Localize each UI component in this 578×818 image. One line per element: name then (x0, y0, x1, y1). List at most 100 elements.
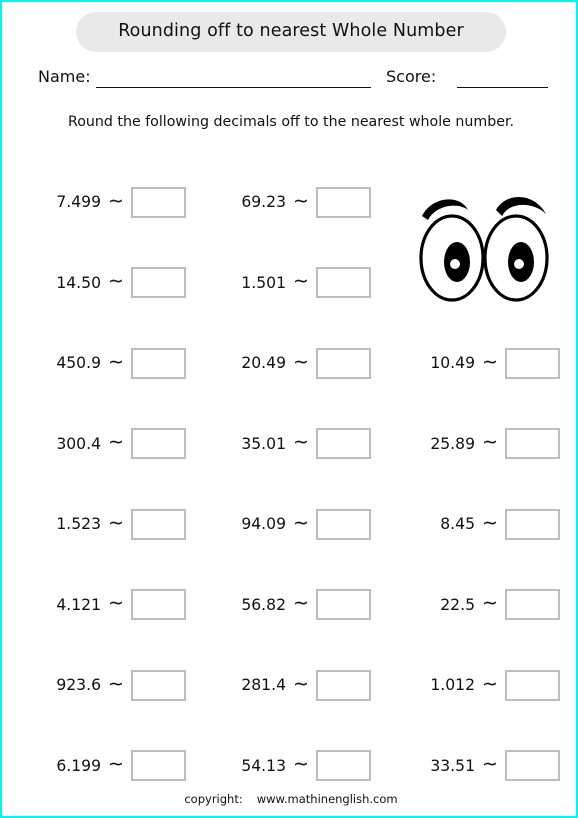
problem-number: 1.523 (56, 515, 101, 533)
problem-cell: 54.13 ∼ (209, 738, 371, 794)
problem-number: 1.501 (241, 273, 286, 292)
answer-box[interactable] (131, 186, 186, 218)
problem-number: 8.45 (440, 515, 475, 533)
approx-symbol: ∼ (108, 350, 124, 373)
problem-cell: 923.6 ∼ (16, 657, 186, 713)
answer-box[interactable] (505, 750, 560, 781)
problem-number: 6.199 (56, 756, 101, 775)
answer-box[interactable] (131, 428, 186, 459)
answer-box[interactable] (316, 186, 371, 218)
approx-symbol: ∼ (293, 189, 309, 212)
answer-box[interactable] (316, 267, 371, 298)
problem-cell: 56.82 ∼ (209, 577, 371, 633)
approx-symbol: ∼ (482, 753, 498, 775)
answer-box[interactable] (505, 669, 560, 701)
problem-number: 14.50 (56, 273, 101, 292)
answer-box[interactable] (316, 347, 371, 379)
problem-number: 54.13 (241, 756, 286, 775)
website-text: www.mathinenglish.com (256, 792, 398, 806)
problem-number: 923.6 (56, 676, 101, 694)
footer: copyright: www.mathinenglish.com (2, 792, 576, 806)
answer-box[interactable] (316, 428, 371, 459)
approx-symbol: ∼ (293, 592, 309, 614)
problem-number: 35.01 (241, 434, 286, 453)
answer-box[interactable] (505, 428, 560, 459)
problem-number: 22.5 (440, 595, 475, 614)
problem-cell: 69.23 ∼ (209, 174, 371, 230)
problem-cell: 300.4 ∼ (16, 416, 186, 472)
problem-cell: 33.51 ∼ (398, 738, 560, 794)
answer-box[interactable] (131, 669, 186, 701)
copyright-label: copyright: (184, 792, 243, 806)
problem-number: 25.89 (430, 434, 475, 453)
approx-symbol: ∼ (482, 672, 498, 695)
problem-grid: 7.499 ∼ 69.23 ∼ 14.50 ∼ 1.501 ∼ 450.9 ∼ 20.49 ∼ 10.4… (2, 174, 576, 816)
problem-cell: 1.501 ∼ (209, 255, 371, 311)
problem-cell: 1.523 ∼ (16, 496, 186, 552)
problem-number: 450.9 (56, 354, 101, 372)
problem-number: 10.49 (430, 354, 475, 372)
problem-number: 56.82 (241, 595, 286, 614)
answer-box[interactable] (131, 589, 186, 620)
approx-symbol: ∼ (108, 672, 124, 695)
problem-cell: 35.01 ∼ (209, 416, 371, 472)
instruction-text: Round the following decimals off to the … (68, 114, 514, 130)
approx-symbol: ∼ (293, 511, 309, 534)
approx-symbol: ∼ (108, 753, 124, 775)
answer-box[interactable] (316, 589, 371, 620)
approx-symbol: ∼ (108, 511, 124, 534)
page-title: Rounding off to nearest Whole Number (76, 12, 506, 52)
problem-cell: 281.4 ∼ (209, 657, 371, 713)
answer-box[interactable] (505, 508, 560, 540)
name-input-line[interactable] (96, 87, 371, 88)
approx-symbol: ∼ (293, 672, 309, 695)
problem-cell: 7.499 ∼ (16, 174, 186, 230)
answer-box[interactable] (131, 347, 186, 379)
approx-symbol: ∼ (108, 431, 124, 453)
worksheet-page: Rounding off to nearest Whole Number Nam… (0, 0, 578, 818)
problem-row: 923.6 ∼ 281.4 ∼ 1.012 ∼ (2, 657, 576, 738)
name-score-row: Name: Score: (38, 67, 548, 95)
problem-cell: 22.5 ∼ (398, 577, 560, 633)
problem-cell-empty (398, 174, 560, 230)
approx-symbol: ∼ (482, 592, 498, 614)
problem-cell: 6.199 ∼ (16, 738, 186, 794)
problem-number: 7.499 (56, 193, 101, 211)
approx-symbol: ∼ (482, 511, 498, 534)
problem-row: 7.499 ∼ 69.23 ∼ (2, 174, 576, 255)
problem-number: 300.4 (56, 434, 101, 453)
approx-symbol: ∼ (108, 270, 124, 292)
problem-number: 69.23 (241, 193, 286, 211)
problem-cell: 25.89 ∼ (398, 416, 560, 472)
problem-cell: 450.9 ∼ (16, 335, 186, 391)
problem-row: 14.50 ∼ 1.501 ∼ (2, 255, 576, 336)
answer-box[interactable] (316, 750, 371, 781)
approx-symbol: ∼ (293, 431, 309, 453)
answer-box[interactable] (131, 750, 186, 781)
answer-box[interactable] (316, 669, 371, 701)
problem-cell: 1.012 ∼ (398, 657, 560, 713)
approx-symbol: ∼ (293, 350, 309, 373)
problem-number: 281.4 (241, 676, 286, 694)
problem-cell: 10.49 ∼ (398, 335, 560, 391)
problem-number: 4.121 (56, 595, 101, 614)
problem-cell: 20.49 ∼ (209, 335, 371, 391)
answer-box[interactable] (505, 589, 560, 620)
answer-box[interactable] (131, 508, 186, 540)
problem-number: 20.49 (241, 354, 286, 372)
answer-box[interactable] (505, 347, 560, 379)
problem-cell: 14.50 ∼ (16, 255, 186, 311)
problem-cell: 94.09 ∼ (209, 496, 371, 552)
score-input-line[interactable] (457, 87, 548, 88)
answer-box[interactable] (316, 508, 371, 540)
problem-row: 300.4 ∼ 35.01 ∼ 25.89 ∼ (2, 416, 576, 497)
approx-symbol: ∼ (482, 431, 498, 453)
approx-symbol: ∼ (482, 350, 498, 373)
problem-cell: 8.45 ∼ (398, 496, 560, 552)
answer-box[interactable] (131, 267, 186, 298)
title-container: Rounding off to nearest Whole Number (2, 12, 576, 52)
problem-number: 94.09 (241, 515, 286, 533)
name-label: Name: (38, 67, 91, 86)
approx-symbol: ∼ (293, 753, 309, 775)
approx-symbol: ∼ (108, 189, 124, 212)
